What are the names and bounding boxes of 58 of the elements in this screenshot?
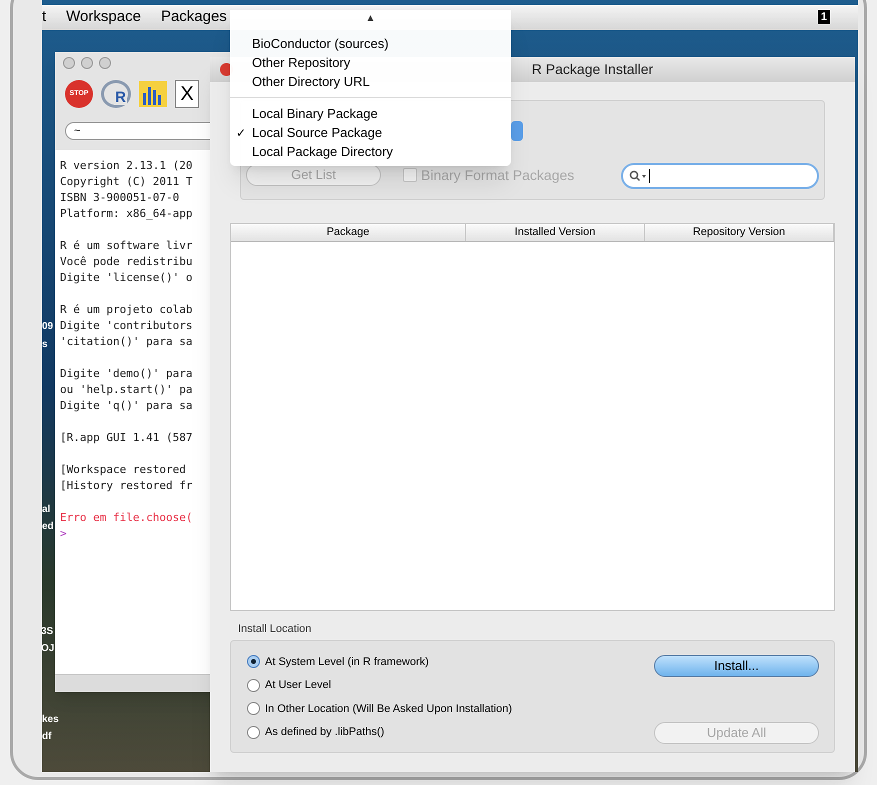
console-line: Você pode redistribu xyxy=(60,254,192,270)
menu-bar-item[interactable]: Workspace xyxy=(66,6,141,29)
prompt-line: > xyxy=(60,526,67,542)
menu-item[interactable]: BioConductor (sources) xyxy=(230,34,511,53)
radio-button[interactable] xyxy=(247,726,260,739)
radio-label: At System Level (in R framework) xyxy=(265,654,429,670)
group-title: Install Location xyxy=(238,622,312,637)
console-line: Platform: x86_64-app xyxy=(60,206,192,222)
radio-label: In Other Location (Will Be Asked Upon Installation) xyxy=(265,702,512,716)
console-line: [History restored fr xyxy=(60,478,192,494)
install-button[interactable]: Install... xyxy=(654,654,819,676)
console-line: Digite 'license()' o xyxy=(60,270,192,286)
menu-item[interactable]: Other Repository xyxy=(230,53,511,72)
window-control-icon[interactable] xyxy=(99,57,111,69)
radio-label: At User Level xyxy=(265,678,332,693)
desktop-icon-label: 09 xyxy=(42,322,54,332)
console-line: R version 2.13.1 (20 xyxy=(60,158,192,174)
console-line: [Workspace restored xyxy=(60,462,187,478)
search-icon xyxy=(629,170,647,182)
radio-label: As defined by .libPaths() xyxy=(265,725,384,740)
console-line: ISBN 3-900051-07-0 xyxy=(60,190,180,206)
console-line: ou 'help.start()' pa xyxy=(60,382,192,398)
radio-button[interactable] xyxy=(247,655,260,668)
window-title: R Package Installer xyxy=(530,60,654,79)
desktop-icon-label: s xyxy=(42,340,48,350)
window-control-icon[interactable] xyxy=(81,57,93,69)
bar-chart-icon[interactable] xyxy=(139,81,167,107)
window-control-icon[interactable] xyxy=(63,57,75,69)
checkbox-label: Binary Format Packages xyxy=(421,166,574,185)
desktop-icon-label: al xyxy=(42,505,50,515)
menu-bar-item[interactable]: t xyxy=(42,6,46,29)
radio-button[interactable] xyxy=(247,702,260,716)
console-line: Digite 'q()' para sa xyxy=(60,398,192,414)
search-field[interactable] xyxy=(621,163,819,189)
menu-item[interactable]: Local Package Directory xyxy=(230,142,511,161)
column-header[interactable]: Repository Version xyxy=(645,224,834,241)
console-line: R é um projeto colab xyxy=(60,302,192,318)
radio-button[interactable] xyxy=(247,678,260,692)
console-line: Copyright (C) 2011 T xyxy=(60,174,192,190)
r-logo-icon[interactable]: R xyxy=(101,80,131,108)
menu-item[interactable]: Local Binary Package xyxy=(230,104,511,123)
desktop-icon-label: kes xyxy=(42,715,59,725)
console-line: Digite 'contributors xyxy=(60,318,192,334)
column-header[interactable]: Installed Version xyxy=(466,224,645,241)
column-header[interactable]: Package xyxy=(231,224,466,241)
menu-bar-item[interactable]: Packages xyxy=(160,6,227,29)
console-line: 'citation()' para sa xyxy=(60,334,192,350)
desktop-icon-label: ed xyxy=(42,522,54,532)
popup-arrows-icon[interactable] xyxy=(511,121,523,141)
desktop-icon-label: df xyxy=(42,732,52,742)
error-line: Erro em file.choose( xyxy=(60,510,192,526)
menu-item[interactable]: Other Directory URL xyxy=(230,72,511,91)
console-line: [R.app GUI 1.41 (587 xyxy=(60,430,192,446)
scroll-up-arrow[interactable]: ▲ xyxy=(366,10,376,28)
console-line: R é um software livr xyxy=(60,238,192,254)
status-badge: 1 xyxy=(818,10,830,24)
console-line: Digite 'demo()' para xyxy=(60,366,192,382)
x11-button[interactable]: X xyxy=(175,80,199,108)
